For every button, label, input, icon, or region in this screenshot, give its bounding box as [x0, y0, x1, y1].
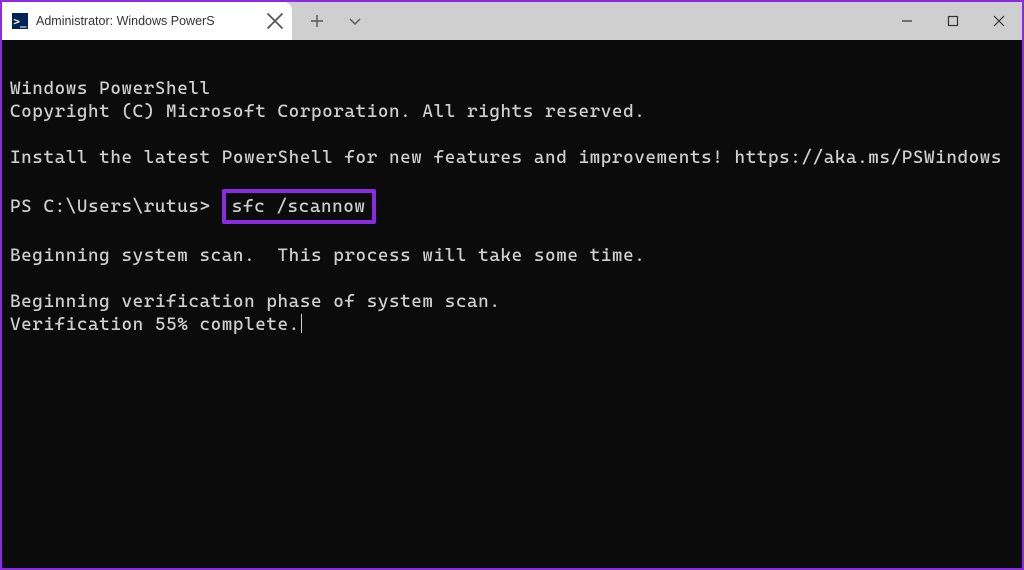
- output-line: Verification 55% complete.: [10, 313, 1014, 336]
- tabstrip-controls: [292, 2, 374, 40]
- blank-line: [10, 267, 1014, 290]
- output-line: Install the latest PowerShell for new fe…: [10, 146, 1014, 169]
- prompt-line: PS C:\Users\rutus> sfc /scannow: [10, 192, 1014, 221]
- blank-line: [10, 221, 1014, 244]
- maximize-icon: [947, 15, 959, 27]
- tab-powershell[interactable]: >_ Administrator: Windows PowerS: [2, 2, 292, 40]
- output-line: Beginning verification phase of system s…: [10, 290, 1014, 313]
- tab-title: Administrator: Windows PowerS: [36, 14, 258, 28]
- chevron-down-icon: [348, 14, 362, 28]
- plus-icon: [310, 14, 324, 28]
- output-line: Windows PowerShell: [10, 77, 1014, 100]
- output-line: Copyright (C) Microsoft Corporation. All…: [10, 100, 1014, 123]
- titlebar-drag-region[interactable]: [374, 2, 884, 40]
- terminal-output[interactable]: Windows PowerShellCopyright (C) Microsof…: [2, 40, 1022, 568]
- close-button[interactable]: [976, 2, 1022, 40]
- blank-line: [10, 169, 1014, 192]
- minimize-icon: [901, 15, 913, 27]
- blank-line: [10, 123, 1014, 146]
- window-controls: [884, 2, 1022, 40]
- text-cursor: [301, 314, 303, 333]
- command-highlight: sfc /scannow: [222, 189, 376, 224]
- app-window: >_ Administrator: Windows PowerS: [2, 2, 1022, 568]
- new-tab-button[interactable]: [298, 2, 336, 40]
- prompt-text: PS C:\Users\rutus>: [10, 196, 222, 217]
- progress-text: Verification 55% complete.: [10, 314, 300, 335]
- titlebar[interactable]: >_ Administrator: Windows PowerS: [2, 2, 1022, 40]
- tab-close-button[interactable]: [266, 12, 284, 30]
- powershell-icon: >_: [12, 13, 28, 29]
- output-line: Beginning system scan. This process will…: [10, 244, 1014, 267]
- close-icon: [266, 12, 284, 30]
- maximize-button[interactable]: [930, 2, 976, 40]
- minimize-button[interactable]: [884, 2, 930, 40]
- close-icon: [993, 15, 1005, 27]
- tab-dropdown-button[interactable]: [336, 2, 374, 40]
